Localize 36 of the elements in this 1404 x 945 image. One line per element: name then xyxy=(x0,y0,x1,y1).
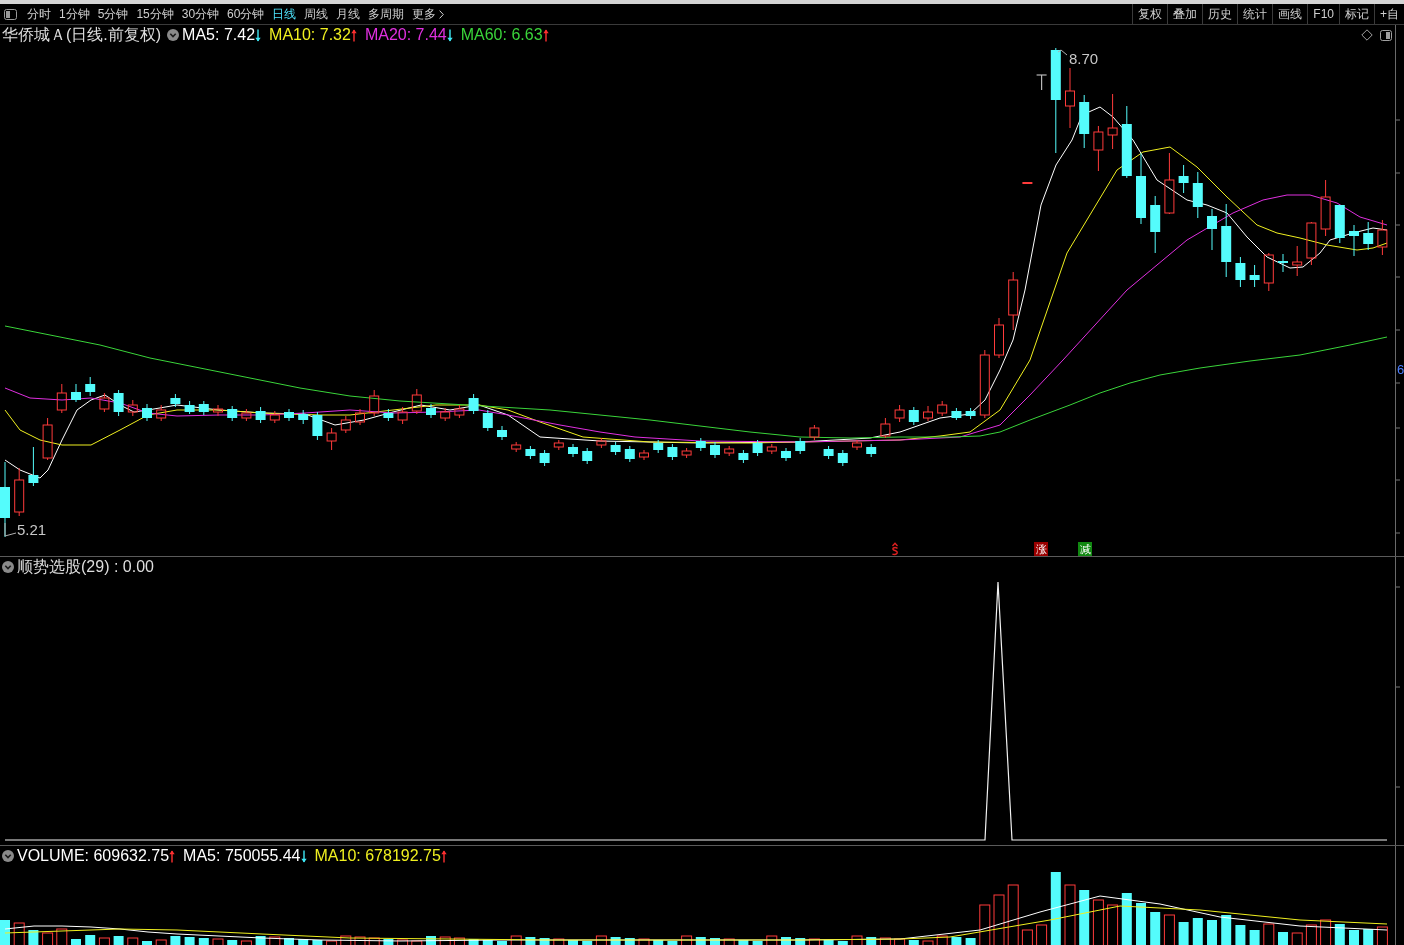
toolbar-button[interactable]: F10 xyxy=(1307,4,1339,24)
chevron-down-icon[interactable] xyxy=(2,560,14,573)
period-tab[interactable]: 5分钟 xyxy=(93,6,133,22)
chevron-down-icon[interactable] xyxy=(2,850,14,862)
volume-legend-value: MA10: 678192.75 xyxy=(314,847,441,865)
period-tab[interactable]: 周线 xyxy=(300,6,333,22)
diamond-icon[interactable] xyxy=(1361,29,1373,41)
stock-title: 华侨城Ａ(日线.前复权) xyxy=(2,26,162,44)
toolbar-button[interactable]: 统计 xyxy=(1237,4,1273,24)
more-button[interactable]: 更多 xyxy=(408,6,449,22)
period-tab[interactable]: 30分钟 xyxy=(177,6,224,22)
ma-legend-value: MA5: 7.42 xyxy=(182,26,256,44)
ma-legend-value: MA60: 6.63 xyxy=(460,26,543,44)
period-tab[interactable]: 1分钟 xyxy=(55,6,94,22)
indicator-title: 顺势选股(29) : 0.00 xyxy=(17,557,154,576)
toolbar-button[interactable]: 标记 xyxy=(1339,4,1374,24)
sidebar-toggle-icon[interactable] xyxy=(4,8,17,20)
ma-legend-value: MA10: 7.32 xyxy=(269,26,351,44)
period-tab[interactable]: 15分钟 xyxy=(132,6,178,22)
period-tab[interactable]: 多周期 xyxy=(364,6,409,22)
toolbar-button[interactable]: 叠加 xyxy=(1167,4,1203,24)
volume-legend-value: VOLUME: 609632.75 xyxy=(17,847,170,865)
chevron-down-icon[interactable] xyxy=(167,29,180,41)
toolbar-button[interactable]: 历史 xyxy=(1202,4,1238,24)
toolbar-button[interactable]: 画线 xyxy=(1272,4,1308,24)
volume-legend-value: MA5: 750055.44 xyxy=(183,847,301,865)
period-tab[interactable]: 日线 xyxy=(268,6,301,22)
panel-toggle-icon[interactable] xyxy=(1380,29,1392,41)
period-tab[interactable]: 分时 xyxy=(23,6,55,22)
chevron-right-icon xyxy=(439,9,445,19)
price-axis-label: 6 xyxy=(1397,362,1404,378)
period-tab[interactable]: 60分钟 xyxy=(223,6,269,22)
ma-legend-value: MA20: 7.44 xyxy=(364,26,447,44)
toolbar-button[interactable]: 复权 xyxy=(1132,4,1168,24)
period-tab[interactable]: 月线 xyxy=(332,6,365,22)
toolbar-button[interactable]: +自 xyxy=(1374,4,1404,24)
